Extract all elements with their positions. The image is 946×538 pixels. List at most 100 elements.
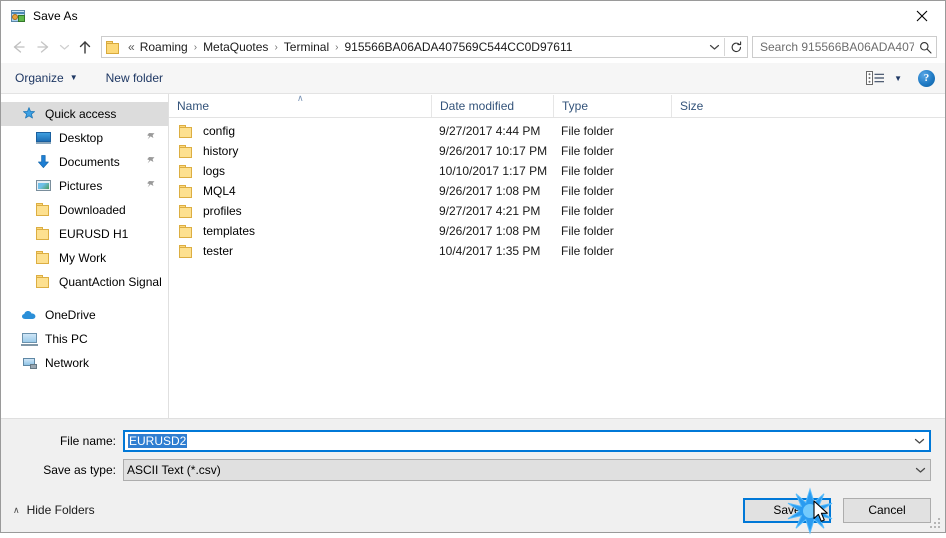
help-button[interactable]: ? — [918, 69, 935, 87]
file-date: 9/26/2017 1:08 PM — [439, 224, 541, 238]
file-name-cell: MQL4 — [169, 184, 431, 199]
sidebar-item-desktop[interactable]: Desktop — [1, 126, 168, 150]
view-chevron-down-icon[interactable]: ▼ — [894, 74, 902, 83]
address-bar[interactable]: « Roaming › MetaQuotes › Terminal › 9155… — [101, 36, 748, 58]
table-row[interactable]: tester 10/4/2017 1:35 PM File folder — [169, 241, 945, 261]
sidebar-item-label: EURUSD H1 — [59, 227, 129, 241]
forward-button[interactable] — [31, 35, 55, 59]
sidebar-item-label: QuantAction Signal — [59, 275, 162, 289]
file-name-input[interactable]: EURUSD2 — [123, 430, 931, 452]
sidebar-item-eurusd-h1[interactable]: EURUSD H1 — [1, 222, 168, 246]
hide-folders-label: Hide Folders — [26, 503, 95, 517]
file-list-pane: ∧ Name Date modified Type Size config 9/… — [169, 94, 945, 418]
resize-grip-icon[interactable] — [930, 518, 941, 529]
column-header-size[interactable]: Size — [671, 95, 751, 117]
address-chevron-down-icon[interactable] — [704, 37, 724, 57]
breadcrumb-item-metaquotes[interactable]: MetaQuotes — [201, 40, 270, 54]
sidebar-item-label: My Work — [59, 251, 107, 265]
file-name-cell: config — [169, 124, 431, 139]
table-row[interactable]: profiles 9/27/2017 4:21 PM File folder — [169, 201, 945, 221]
sidebar-item-label: Documents — [59, 155, 120, 169]
refresh-icon[interactable] — [725, 37, 747, 57]
search-icon[interactable] — [914, 37, 936, 57]
file-name: history — [203, 144, 239, 158]
pin-icon[interactable] — [146, 155, 156, 169]
cancel-button[interactable]: Cancel — [843, 497, 931, 523]
sidebar-item-onedrive[interactable]: OneDrive — [1, 303, 168, 327]
sidebar-item-pictures[interactable]: Pictures — [1, 174, 168, 198]
pin-icon[interactable] — [146, 131, 156, 145]
sort-ascending-icon: ∧ — [297, 95, 304, 103]
title-bar: Save As — [1, 1, 945, 31]
cancel-label: Cancel — [868, 503, 906, 517]
breadcrumb-separator: › — [335, 41, 339, 53]
download-arrow-icon — [35, 154, 52, 170]
breadcrumb-separator: › — [193, 41, 198, 53]
folder-icon — [35, 250, 52, 266]
navigation-sidebar: Quick access Desktop Documents Pictures … — [1, 94, 169, 418]
save-button[interactable]: Save — [743, 497, 831, 523]
sidebar-item-this-pc[interactable]: This PC — [1, 327, 168, 351]
sidebar-item-my-work[interactable]: My Work — [1, 246, 168, 270]
file-date: 10/4/2017 1:35 PM — [439, 244, 541, 258]
pin-icon[interactable] — [146, 179, 156, 193]
column-header-name[interactable]: ∧ Name — [169, 95, 431, 117]
folder-icon — [178, 124, 194, 139]
save-as-type-select[interactable]: ASCII Text (*.csv) — [123, 459, 931, 481]
file-name-cell: templates — [169, 224, 431, 239]
command-toolbar: Organize ▼ New folder ▼ ? — [1, 63, 945, 94]
search-input[interactable]: Search 915566BA06ADA40756... — [752, 36, 937, 58]
up-button[interactable] — [73, 35, 97, 59]
breadcrumb-item-roaming[interactable]: Roaming — [138, 40, 190, 54]
folder-icon — [106, 40, 122, 54]
breadcrumb-item-terminal[interactable]: Terminal — [282, 40, 331, 54]
file-name: tester — [203, 244, 234, 258]
breadcrumb-overflow[interactable]: « — [126, 40, 138, 54]
file-name-selected-text: EURUSD2 — [128, 434, 188, 448]
back-button[interactable] — [7, 35, 31, 59]
sidebar-item-quantaction-signal[interactable]: QuantAction Signal — [1, 270, 168, 294]
save-as-app-icon — [10, 8, 26, 24]
column-header-type[interactable]: Type — [553, 95, 671, 117]
sidebar-item-network[interactable]: Network — [1, 351, 168, 375]
search-placeholder: Search 915566BA06ADA40756... — [760, 40, 914, 54]
organize-button[interactable]: Organize ▼ — [15, 71, 78, 85]
file-type: File folder — [561, 164, 614, 178]
recent-locations-chevron-down-icon[interactable] — [55, 35, 73, 59]
save-as-type-label: Save as type: — [43, 463, 116, 477]
organize-label: Organize — [15, 71, 64, 85]
file-name-row: File name: EURUSD2 — [1, 430, 945, 452]
table-row[interactable]: logs 10/10/2017 1:17 PM File folder — [169, 161, 945, 181]
chevron-up-icon: ∧ — [13, 504, 20, 515]
table-row[interactable]: history 9/26/2017 10:17 PM File folder — [169, 141, 945, 161]
table-row[interactable]: MQL4 9/26/2017 1:08 PM File folder — [169, 181, 945, 201]
hide-folders-button[interactable]: ∧ Hide Folders — [13, 503, 95, 517]
sidebar-item-downloaded[interactable]: Downloaded — [1, 198, 168, 222]
save-as-dialog: Save As « Roaming › MetaQuotes › Termina… — [0, 0, 946, 533]
save-as-type-chevron-down-icon[interactable] — [910, 466, 930, 474]
new-folder-button[interactable]: New folder — [106, 71, 163, 85]
network-icon — [21, 355, 38, 371]
save-as-type-value: ASCII Text (*.csv) — [127, 463, 221, 477]
chevron-down-icon: ▼ — [69, 73, 78, 82]
sidebar-item-quick-access[interactable]: Quick access — [1, 102, 168, 126]
folder-icon — [35, 202, 52, 218]
close-icon[interactable] — [899, 1, 945, 30]
table-row[interactable]: config 9/27/2017 4:44 PM File folder — [169, 121, 945, 141]
sidebar-item-label: Network — [45, 356, 90, 370]
window-title: Save As — [33, 9, 78, 23]
help-label: ? — [923, 72, 930, 84]
sidebar-item-documents[interactable]: Documents — [1, 150, 168, 174]
file-name: config — [203, 124, 236, 138]
column-header-date-modified[interactable]: Date modified — [431, 95, 553, 117]
file-name-chevron-down-icon[interactable] — [909, 437, 929, 445]
view-list-icon[interactable] — [864, 69, 886, 87]
pictures-icon — [35, 178, 52, 194]
breadcrumb-item-terminal-id[interactable]: 915566BA06ADA407569C544CC0D97611 — [342, 40, 574, 54]
file-name: logs — [203, 164, 226, 178]
file-name-cell: tester — [169, 244, 431, 259]
folder-icon — [178, 164, 194, 179]
column-label: Name — [177, 99, 210, 113]
table-row[interactable]: templates 9/26/2017 1:08 PM File folder — [169, 221, 945, 241]
